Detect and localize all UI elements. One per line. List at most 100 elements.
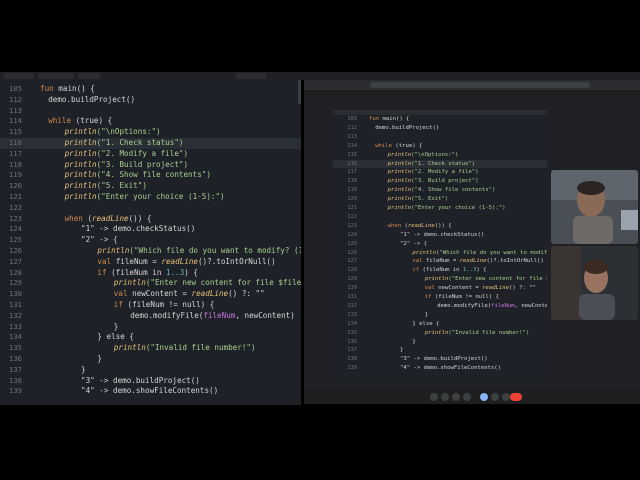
code-line[interactable]: 129 println("Enter new content for file $…	[0, 278, 301, 289]
captions-icon[interactable]	[452, 393, 460, 401]
code-token: }	[412, 338, 416, 345]
code-line[interactable]: 112 demo.buildProject()	[333, 124, 547, 133]
code-line[interactable]: 135 println("Invalid file number!")	[0, 343, 301, 354]
code-line[interactable]: 120 println("5. Exit")	[333, 195, 547, 204]
code-line[interactable]: 131 if (fileNum != null) {	[333, 293, 547, 302]
code-line[interactable]: 139 "4" -> demo.showFileContents()	[0, 386, 301, 397]
raise-hand-icon[interactable]	[491, 393, 499, 401]
code-line[interactable]: 125 "2" -> {	[0, 235, 301, 246]
code-line[interactable]: 112 demo.buildProject()	[0, 95, 301, 106]
code-line[interactable]: 127 val fileNum = readLine()?.toIntOrNull…	[0, 257, 301, 268]
code-line[interactable]: 126 println("Which file do you want to mo…	[333, 249, 547, 258]
code-line[interactable]: 105 fun main() {	[333, 115, 547, 124]
code-editor[interactable]: 105 fun main() {112 demo.buildProject() 113…	[0, 80, 301, 405]
camera-icon[interactable]	[441, 393, 449, 401]
line-number: 122	[9, 202, 22, 212]
code-line[interactable]: 120 println("5. Exit")	[0, 181, 301, 192]
code-token: ("Which file do you want to modify? (1-3…	[129, 246, 301, 255]
tab-3[interactable]	[78, 73, 100, 79]
code-token: } else {	[97, 332, 134, 342]
line-number: 136	[347, 338, 357, 345]
code-line[interactable]: 129 println("Enter new content for file $…	[333, 275, 547, 284]
line-number: 119	[9, 170, 22, 180]
code-line[interactable]: 139 "4" -> demo.showFileContents()	[333, 364, 547, 373]
code-token: println	[113, 343, 146, 353]
code-token: while	[48, 116, 76, 126]
code-line[interactable]: 130 val newContent = readLine() ?: ""	[0, 289, 301, 300]
participant-video-icon	[551, 170, 638, 244]
code-line[interactable]: 130 val newContent = readLine() ?: ""	[333, 284, 547, 293]
code-text: }	[81, 365, 86, 376]
code-line[interactable]: 134} else {	[0, 332, 301, 343]
code-line[interactable]: 132 demo.modifyFile(fileNum, newContent)	[0, 311, 301, 322]
code-line[interactable]: 136}	[333, 338, 547, 347]
code-line[interactable]: 116 println("1. Check status")	[333, 159, 547, 169]
code-line[interactable]: 127 val fileNum = readLine()?.toIntOrNull…	[333, 257, 547, 266]
code-line[interactable]: 138 "3" -> demo.buildProject()	[0, 376, 301, 387]
code-text: }	[114, 322, 119, 333]
code-token: ("2. Modify a file")	[411, 169, 479, 176]
code-line[interactable]: 138 "3" -> demo.buildProject()	[333, 355, 547, 364]
code-line[interactable]: 117 println("2. Modify a file")	[0, 149, 301, 160]
code-line[interactable]: 114 while (true) {	[0, 116, 301, 127]
code-token: println	[113, 278, 146, 288]
code-line[interactable]: 137}	[333, 346, 547, 355]
tab-2[interactable]	[38, 73, 74, 79]
tab-4[interactable]	[236, 73, 266, 79]
code-line[interactable]: 122	[0, 203, 301, 214]
code-line[interactable]: 115 println("\nOptions:")	[333, 151, 547, 160]
code-line[interactable]: 131 if (fileNum != null) {	[0, 300, 301, 311]
code-line[interactable]: 133}	[333, 311, 547, 320]
code-line[interactable]: 135 println("Invalid file number!")	[333, 329, 547, 338]
code-line[interactable]: 133}	[0, 322, 301, 333]
participant-tile-2[interactable]	[551, 246, 638, 320]
code-line[interactable]: 118 println("3. Build project")	[0, 160, 301, 171]
present-icon[interactable]	[480, 393, 488, 401]
code-line[interactable]: 134} else {	[333, 320, 547, 329]
code-line[interactable]: 123 when (readLine()) {	[333, 222, 547, 231]
code-line[interactable]: 113	[0, 106, 301, 117]
mic-icon[interactable]	[430, 393, 438, 401]
emoji-icon[interactable]	[463, 393, 471, 401]
code-line[interactable]: 132 demo.modifyFile(fileNum, newContent)	[333, 302, 547, 311]
code-token: ("Enter your choice (1-5):")	[96, 192, 225, 201]
code-line[interactable]: 119 println("4. Show file contents")	[0, 170, 301, 181]
code-token: ("2. Modify a file")	[96, 148, 189, 158]
editor-scrollbar[interactable]	[298, 80, 301, 104]
code-line[interactable]: 136}	[0, 354, 301, 365]
code-token: newContent =	[132, 289, 192, 299]
line-number: 128	[347, 267, 357, 274]
code-line[interactable]: 125 "2" -> {	[333, 240, 547, 249]
code-token: val	[113, 289, 133, 299]
line-number: 125	[347, 240, 357, 247]
code-line[interactable]: 137}	[0, 365, 301, 376]
code-line[interactable]: 118 println("3. Build project")	[333, 177, 547, 186]
code-token: fileNum =	[115, 256, 162, 266]
end-call-icon[interactable]	[510, 393, 522, 401]
code-line[interactable]: 105 fun main() {	[0, 84, 301, 95]
code-line[interactable]: 114 while (true) {	[333, 142, 547, 151]
code-line[interactable]: 121 println("Enter your choice (1-5):")	[333, 204, 547, 213]
code-line[interactable]: 128 if (fileNum in 1..3) {	[333, 266, 547, 275]
participant-tile-1[interactable]	[551, 170, 638, 244]
address-bar[interactable]	[370, 82, 590, 88]
line-number: 120	[347, 196, 357, 203]
code-token: () ?: ""	[228, 289, 265, 299]
tab-1[interactable]	[4, 73, 34, 79]
code-line[interactable]: 126 println("Which file do you want to mo…	[0, 246, 301, 257]
code-line[interactable]: 123 when (readLine()) {	[0, 214, 301, 225]
code-line[interactable]: 113	[333, 133, 547, 142]
code-text: println("Which file do you want to modif…	[97, 246, 301, 257]
code-line[interactable]: 116 println("1. Check status")	[0, 138, 301, 149]
code-line[interactable]: 115 println("\nOptions:")	[0, 127, 301, 138]
participant-video-icon	[551, 246, 638, 320]
code-line[interactable]: 117 println("2. Modify a file")	[333, 168, 547, 177]
more-icon[interactable]	[502, 393, 510, 401]
code-line[interactable]: 121 println("Enter your choice (1-5):")	[0, 192, 301, 203]
code-line[interactable]: 128 if (fileNum in 1..3) {	[0, 268, 301, 279]
code-text: "3" -> demo.buildProject()	[81, 376, 200, 387]
code-line[interactable]: 122	[333, 213, 547, 222]
code-line[interactable]: 124 "1" -> demo.checkStatus()	[333, 231, 547, 240]
code-line[interactable]: 124 "1" -> demo.checkStatus()	[0, 224, 301, 235]
code-line[interactable]: 119 println("4. Show file contents")	[333, 186, 547, 195]
